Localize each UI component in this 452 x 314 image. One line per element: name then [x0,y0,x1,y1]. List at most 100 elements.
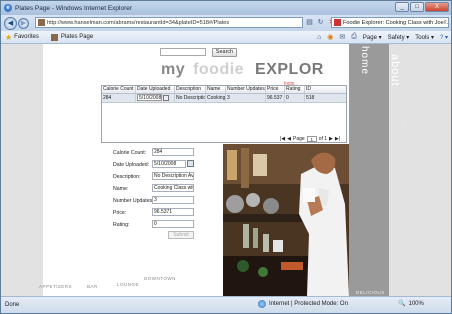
form-row-updates: Number Updates: 3 [113,196,223,206]
left-margin [1,44,43,296]
zoom-magnifier-icon: 🔍 [398,301,406,307]
column-header[interactable]: Number Updates [226,86,266,93]
about-subtitle: Foodie explorer [403,104,408,132]
bottom-label-downtown: DOWNTOWN [144,276,176,281]
tools-menu[interactable]: Tools ▾ [415,34,434,41]
field-label: Rating: [113,222,130,228]
address-input[interactable]: http://www.hanselman.com/abrams/restaura… [35,17,303,28]
zone-text: Internet | Protected Mode: On [269,301,348,307]
field-label: Name: [113,186,129,192]
mail-icon[interactable]: ✉ [339,33,345,41]
back-button[interactable]: ◀ [4,16,17,30]
title-bar: e Plates Page - Windows Internet Explore… [1,1,451,15]
page-number-input[interactable]: 1 [306,136,317,142]
tab-title: Plates Page [60,34,94,40]
rating-field[interactable]: 0 [152,220,194,228]
page-count-label: of 1 [318,136,328,142]
field-label: Description: [113,174,141,180]
help-menu[interactable]: ? ▾ [440,34,448,41]
field-label: Number Updates: [113,198,154,204]
refresh-icon[interactable]: ↻ [316,18,325,27]
status-text: Done [5,302,20,308]
right-nav-pane [349,44,389,296]
tab-plates-page[interactable]: Plates Page [50,33,94,41]
command-bar: ⌂ ◉ ✉ ⎙ Page ▾ Safety ▾ Tools ▾ ? ▾ [317,33,448,41]
form-row-calorie: Calorie Count: 284 [113,148,223,158]
site-search-input[interactable] [160,48,206,56]
zoom-level: 100% [408,300,424,307]
column-header[interactable]: Date Uploaded [136,86,175,93]
security-zone[interactable]: Internet | Protected Mode: On [258,300,348,308]
column-header[interactable]: Price [266,86,285,93]
date-uploaded-field[interactable]: 5/10/2008 [152,160,186,168]
table-cell: 3 [226,94,266,102]
date-cell[interactable]: 5/10/2008 [136,94,175,102]
logo-foodie: foodie [193,61,245,78]
field-label: Date Uploaded: [113,162,150,168]
plate-photo [223,144,349,296]
favorites-bar: ★ Favorites Plates Page ⌂ ◉ ✉ ⎙ Page ▾ S… [1,31,451,44]
column-header[interactable]: Rating [285,86,305,93]
grid-pager: |◀ ◀ Page 1 of 1 ▶ ▶| [280,136,340,142]
description-field[interactable]: No Description Avail [152,172,194,180]
prev-page-button[interactable]: ◀ [287,136,291,142]
site-logo: my foodie EXPLOR [161,61,324,79]
table-row[interactable]: 284 5/10/2008 No Descriptio Cooking 3 96… [102,94,346,103]
logo-explor: EXPLOR [255,61,324,78]
grid-header: Calorie Count Date Uploaded Description … [102,86,346,94]
close-button[interactable]: X [425,2,449,12]
column-header[interactable]: Description [175,86,206,93]
column-header[interactable]: Name [206,86,226,93]
home-icon[interactable]: ⌂ [317,34,321,41]
address-bar-row: ◀ ▶ http://www.hanselman.com/abrams/rest… [1,15,451,31]
minimize-button[interactable]: _ [395,2,409,12]
number-updates-field[interactable]: 3 [152,196,194,204]
safety-menu[interactable]: Safety ▾ [388,34,410,41]
date-picker-input[interactable]: 5/10/2008 [137,94,163,101]
table-cell: No Descriptio [176,94,206,102]
search-box[interactable]: Foodie Explorer: Cooking Class with Joe.… [331,17,449,28]
column-header[interactable]: ID [305,86,346,93]
favorites-button[interactable]: Favorites [14,34,39,40]
page-menu[interactable]: Page ▾ [363,34,382,41]
bottom-label-bar: BAR [87,284,98,289]
feeds-icon[interactable]: ◉ [327,33,333,41]
submit-button[interactable]: Submit [168,231,194,239]
maximize-button[interactable]: □ [410,2,424,12]
plates-datagrid: Calorie Count Date Uploaded Description … [101,85,347,143]
field-label: Calorie Count: [113,150,147,156]
search-provider-icon [334,19,341,26]
status-bar: Done Internet | Protected Mode: On 🔍 100… [1,296,451,313]
bottom-right-label: DELICIOUS [356,290,385,295]
calendar-icon[interactable] [187,160,194,167]
ie-logo-icon: e [4,4,12,12]
favorites-star-icon[interactable]: ★ [5,33,12,42]
price-field[interactable]: 96.5371 [152,208,194,216]
zoom-control[interactable]: 🔍 100% [398,300,424,308]
nav-about-link[interactable]: about [389,54,401,87]
site-favicon-icon [38,19,45,26]
window-title: Plates Page - Windows Internet Explorer [15,4,133,12]
table-cell: Cooking [207,94,226,102]
kitchen-photo-image [223,144,349,296]
form-row-date: Date Uploaded: 5/10/2008 [113,160,223,170]
compatibility-icon[interactable]: ▤ [305,18,314,27]
search-button[interactable]: Search [212,48,237,57]
print-icon[interactable]: ⎙ [351,33,357,41]
nav-home-link[interactable]: home [359,46,370,75]
calendar-icon[interactable] [163,94,170,101]
column-header[interactable]: Calorie Count [102,86,136,93]
page-label: Page [293,136,305,142]
logo-my: my [161,61,186,78]
form-row-name: Name: Cooking Class with Jo [113,184,223,194]
form-row-price: Price: 96.5371 [113,208,223,218]
browser-window: e Plates Page - Windows Internet Explore… [0,0,452,314]
table-cell: 284 [102,94,136,102]
next-page-button[interactable]: ▶ [329,136,333,142]
last-page-button[interactable]: ▶| [335,136,340,142]
first-page-button[interactable]: |◀ [280,136,285,142]
calorie-count-field[interactable]: 284 [152,148,194,156]
name-field[interactable]: Cooking Class with Jo [152,184,194,192]
search-go-icon[interactable]: ⌕ [444,19,447,26]
forward-button[interactable]: ▶ [18,17,29,29]
